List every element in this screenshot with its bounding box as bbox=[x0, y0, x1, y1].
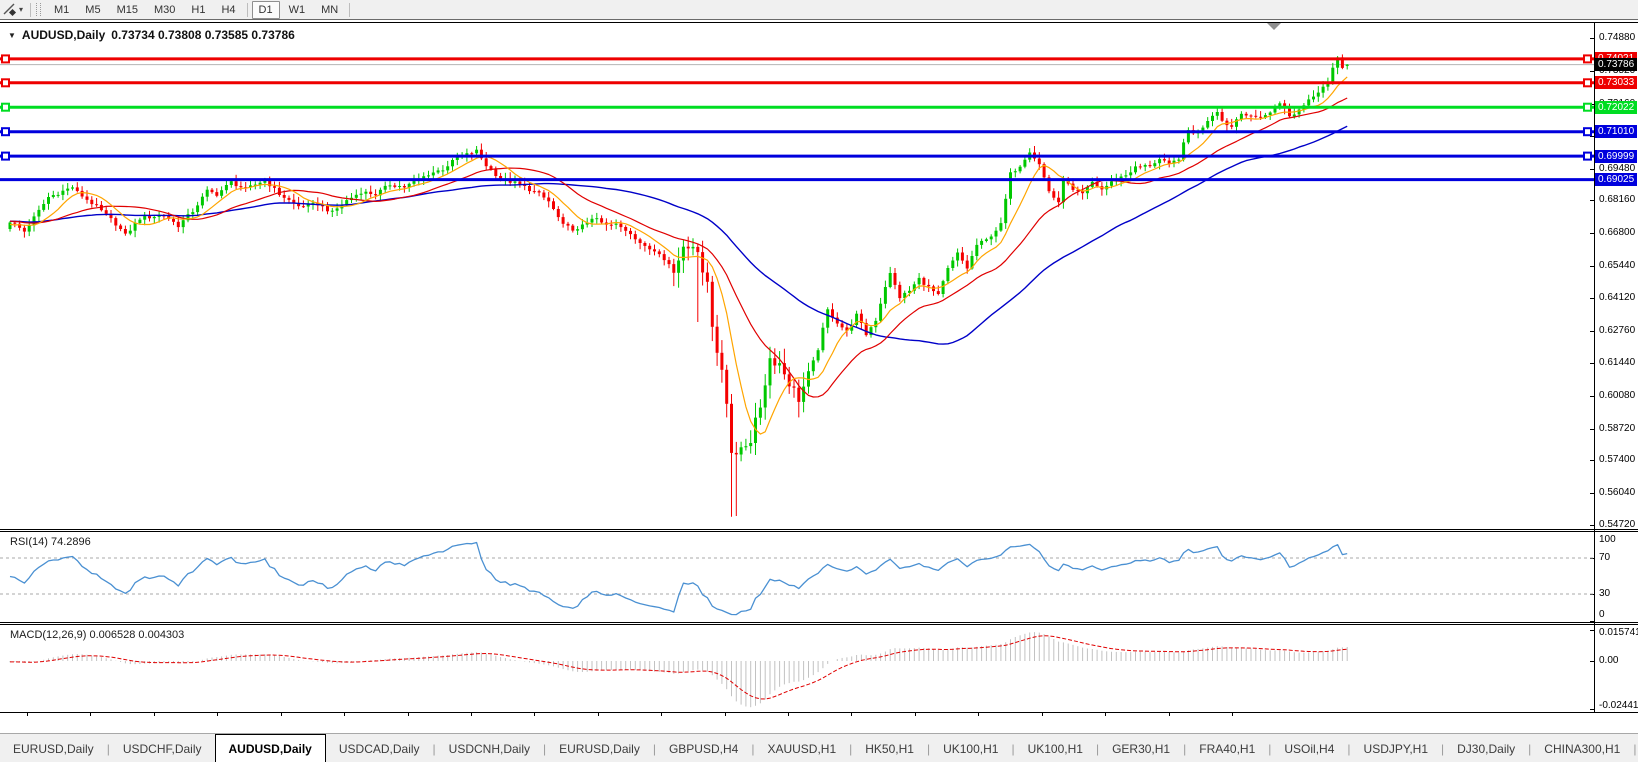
chart-tab-xauusd-h1[interactable]: XAUUSD,H1 bbox=[754, 734, 849, 762]
macd-histogram bbox=[10, 632, 1347, 707]
chart-tab-usdjpy-h1[interactable]: USDJPY,H1 bbox=[1351, 734, 1441, 762]
chart-tab-hk50-h1[interactable]: HK50,H1 bbox=[852, 734, 927, 762]
chart-tab-usdcad-daily[interactable]: USDCAD,Daily bbox=[326, 734, 433, 762]
price-axis-label: 0.65440 bbox=[1599, 260, 1635, 271]
rsi-axis-label: 100 bbox=[1599, 534, 1616, 545]
chart-tab-usdcnh-daily[interactable]: USDCNH,Daily bbox=[436, 734, 543, 762]
price-axis-label: 0.62760 bbox=[1599, 325, 1635, 336]
price-level-badge: 0.71010 bbox=[1595, 125, 1637, 138]
rsi-axis-label: 0 bbox=[1599, 609, 1605, 620]
timeframe-button-m30[interactable]: M30 bbox=[147, 1, 182, 19]
current-price-badge: 0.73786 bbox=[1595, 58, 1637, 71]
price-axis-label: 0.74880 bbox=[1599, 32, 1635, 43]
toolbar-separator bbox=[349, 3, 350, 17]
macd-axis-label: 0.00 bbox=[1599, 655, 1618, 666]
chart-tab-eurusd-daily[interactable]: EURUSD,Daily bbox=[546, 734, 653, 762]
panel-borders bbox=[0, 22, 1638, 713]
chart-title-ohlc: 0.73734 0.73808 0.73585 0.73786 bbox=[111, 28, 295, 42]
price-axis-label: 0.69480 bbox=[1599, 163, 1635, 174]
chart-title: ▼ AUDUSD,Daily 0.73734 0.73808 0.73585 0… bbox=[8, 28, 295, 42]
time-axis-ticks bbox=[28, 713, 1233, 716]
price-axis-label: 0.54720 bbox=[1599, 519, 1635, 530]
price-level-badge: 0.73033 bbox=[1595, 76, 1637, 89]
chart-canvas[interactable] bbox=[0, 20, 1638, 731]
price-axis-label: 0.68160 bbox=[1599, 194, 1635, 205]
line-draw-tool-icon[interactable] bbox=[2, 2, 18, 17]
timeframe-button-m1[interactable]: M1 bbox=[47, 1, 76, 19]
chart-tab-gbpusd-h4[interactable]: GBPUSD,H4 bbox=[656, 734, 751, 762]
price-axis-label: 0.56040 bbox=[1599, 487, 1635, 498]
toolbar-separator bbox=[30, 3, 31, 17]
toolbar-grip[interactable] bbox=[36, 3, 41, 16]
timeframe-button-h4[interactable]: H4 bbox=[214, 1, 242, 19]
timeframe-toolbar: ▾ M1M5M15M30H1H4 D1W1MN bbox=[0, 0, 1638, 20]
rsi-axis-label: 30 bbox=[1599, 588, 1610, 599]
price-axis-label: 0.60080 bbox=[1599, 390, 1635, 401]
price-axis-label: 0.66800 bbox=[1599, 227, 1635, 238]
price-axis-label: 0.61440 bbox=[1599, 357, 1635, 368]
chart-tab-usdchf-daily[interactable]: USDCHF,Daily bbox=[110, 734, 215, 762]
chart-tab-china300-h1[interactable]: CHINA300,H1 bbox=[1531, 734, 1633, 762]
rsi-axis-label: 70 bbox=[1599, 552, 1610, 563]
timeframe-button-d1[interactable]: D1 bbox=[252, 1, 280, 19]
chart-tab-uk100-h1[interactable]: UK100,H1 bbox=[930, 734, 1011, 762]
timeframe-button-h1[interactable]: H1 bbox=[184, 1, 212, 19]
price-axis-ticks bbox=[1590, 39, 1594, 710]
timeframe-button-mn[interactable]: MN bbox=[314, 1, 345, 19]
rsi-indicator-label: RSI(14) 74.2896 bbox=[10, 536, 91, 548]
chevron-down-icon[interactable]: ▾ bbox=[19, 5, 23, 14]
ma-slow-line bbox=[10, 126, 1347, 344]
chart-window: ▼ AUDUSD,Daily 0.73734 0.73808 0.73585 0… bbox=[0, 19, 1638, 731]
chart-tab-audusd-daily[interactable]: AUDUSD,Daily bbox=[215, 734, 326, 762]
price-axis-label: 0.58720 bbox=[1599, 423, 1635, 434]
rsi-line bbox=[10, 543, 1347, 615]
price-level-lines[interactable] bbox=[0, 55, 1594, 179]
toolbar-separator bbox=[247, 3, 248, 17]
price-level-badge: 0.72022 bbox=[1595, 101, 1637, 114]
macd-axis-label: -0.024412 bbox=[1599, 700, 1638, 711]
chart-tab-eurusd-daily[interactable]: EURUSD,Daily bbox=[0, 734, 107, 762]
timeframe-button-m5[interactable]: M5 bbox=[78, 1, 107, 19]
chart-tab-dj30-daily[interactable]: DJ30,Daily bbox=[1444, 734, 1528, 762]
chart-tab-bar: EURUSD,Daily|USDCHF,DailyAUDUSD,DailyUSD… bbox=[0, 733, 1638, 762]
timeframe-button-m15[interactable]: M15 bbox=[110, 1, 145, 19]
chart-shift-marker-icon[interactable] bbox=[1267, 23, 1281, 30]
chart-title-symbol: AUDUSD,Daily bbox=[22, 28, 105, 42]
price-axis-label: 0.57400 bbox=[1599, 454, 1635, 465]
chart-tab-fra40-h1[interactable]: FRA40,H1 bbox=[1186, 734, 1268, 762]
chart-tab-usoil-h4[interactable]: USOil,H4 bbox=[1271, 734, 1347, 762]
candles-layer[interactable] bbox=[9, 54, 1349, 516]
macd-axis-label: 0.015741 bbox=[1599, 627, 1638, 638]
price-level-badge: 0.69999 bbox=[1595, 150, 1637, 163]
timeframe-button-w1[interactable]: W1 bbox=[282, 1, 313, 19]
price-axis-label: 0.64120 bbox=[1599, 292, 1635, 303]
chart-tab-ger30-h1[interactable]: GER30,H1 bbox=[1099, 734, 1183, 762]
mt4-application: ▾ M1M5M15M30H1H4 D1W1MN ▼ AUDUSD,Daily 0.… bbox=[0, 0, 1638, 762]
collapse-triangle-icon[interactable]: ▼ bbox=[8, 31, 16, 40]
chart-tab-uk100-h1[interactable]: UK100,H1 bbox=[1015, 734, 1096, 762]
macd-indicator-label: MACD(12,26,9) 0.006528 0.004303 bbox=[10, 629, 184, 641]
price-level-badge: 0.69025 bbox=[1595, 173, 1637, 186]
timeframe-buttons: M1M5M15M30H1H4 D1W1MN bbox=[46, 1, 353, 19]
